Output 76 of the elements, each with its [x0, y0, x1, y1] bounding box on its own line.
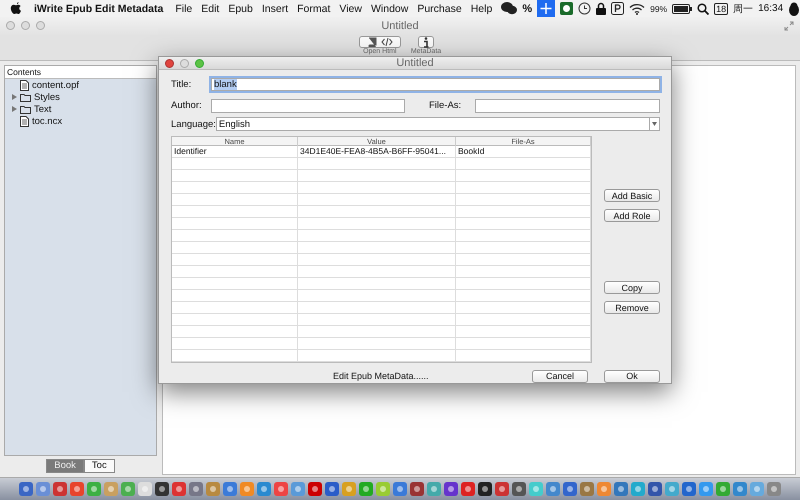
- search-icon[interactable]: [697, 2, 710, 14]
- app-icon[interactable]: [648, 482, 662, 496]
- document-icon: [20, 116, 29, 126]
- menu-item[interactable]: Edit: [201, 2, 220, 14]
- clock-icon[interactable]: [578, 2, 592, 15]
- app-icon[interactable]: [478, 482, 492, 496]
- app-icon[interactable]: [19, 482, 33, 496]
- author-field[interactable]: [211, 98, 405, 112]
- menu-item[interactable]: Epub: [228, 2, 253, 14]
- clock-time[interactable]: 16:34: [758, 3, 784, 14]
- folder-icon: [20, 104, 31, 114]
- table-cell: 34D1E40E-FEA8-4B5A-B6FF-95041...: [298, 146, 456, 157]
- info-icon: [422, 36, 429, 48]
- field-label: Title:: [171, 79, 192, 90]
- menu-item[interactable]: Window: [370, 2, 408, 14]
- field-label: Language:: [171, 118, 216, 130]
- app-icon[interactable]: [155, 482, 169, 496]
- weekday-text: 周一: [733, 2, 754, 16]
- table-cell: Identifier: [172, 146, 298, 157]
- close-button[interactable]: [165, 59, 174, 68]
- app-menu[interactable]: iWrite Epub Edit Metadata: [34, 2, 164, 14]
- menu-item[interactable]: File: [175, 2, 192, 14]
- field-label: File-As:: [429, 100, 462, 111]
- battery-percent: 99%: [650, 4, 668, 14]
- sidebar-tab[interactable]: Toc: [84, 459, 115, 473]
- tree-item[interactable]: toc.ncx: [32, 116, 62, 126]
- action-button[interactable]: Add Basic: [604, 189, 660, 202]
- folder-icon: [20, 92, 31, 102]
- language-dropdown[interactable]: English: [216, 117, 660, 131]
- percent-status[interactable]: %: [522, 2, 532, 14]
- app-icon[interactable]: [512, 482, 526, 496]
- app-icon[interactable]: [325, 482, 339, 496]
- wifi-icon[interactable]: [629, 2, 646, 14]
- action-button[interactable]: Add Role: [604, 209, 660, 222]
- app-icon[interactable]: [682, 482, 696, 496]
- fullscreen-icon[interactable]: [784, 21, 794, 31]
- table-cell: BookId: [456, 146, 591, 157]
- minimize-button[interactable]: [180, 59, 189, 68]
- action-button[interactable]: Copy: [604, 281, 660, 294]
- parking-icon[interactable]: [611, 2, 624, 15]
- tree-item[interactable]: Styles: [34, 92, 60, 102]
- action-button[interactable]: Remove: [604, 301, 660, 314]
- disclosure-triangle-icon[interactable]: [11, 94, 17, 100]
- open-html-button[interactable]: [358, 36, 401, 48]
- title-field[interactable]: blank: [211, 78, 660, 91]
- calendar-date[interactable]: 18: [714, 2, 728, 14]
- menu-item[interactable]: Insert: [262, 2, 288, 14]
- status-text: Edit Epub MetaData......: [333, 371, 429, 381]
- menu-item[interactable]: View: [339, 2, 362, 14]
- metadata-button[interactable]: [418, 36, 434, 48]
- menu-item[interactable]: Format: [297, 2, 330, 14]
- dialog-button[interactable]: Cancel: [532, 370, 588, 382]
- sidebar-tab[interactable]: Book: [46, 459, 84, 473]
- plus-icon[interactable]: [537, 0, 556, 17]
- app-icon[interactable]: [410, 482, 424, 496]
- window-title: Untitled: [381, 20, 419, 32]
- code-icon: [380, 37, 393, 47]
- app-icon[interactable]: [444, 482, 458, 496]
- chat-icon[interactable]: [501, 2, 518, 15]
- dialog-title: Untitled: [396, 57, 434, 69]
- caret-icon: [652, 122, 657, 126]
- tree-item[interactable]: Text: [34, 104, 52, 114]
- battery-icon[interactable]: [672, 4, 692, 14]
- dialog-button[interactable]: Ok: [604, 370, 660, 382]
- app-icon[interactable]: [563, 482, 577, 496]
- field-label: Author:: [171, 100, 203, 111]
- app-status-icon[interactable]: [560, 2, 574, 15]
- apple-logo-icon[interactable]: [10, 2, 22, 16]
- zoom-button[interactable]: [195, 59, 204, 68]
- document-icon: [20, 80, 29, 90]
- menu-item[interactable]: Help: [470, 2, 492, 14]
- lock-icon[interactable]: [596, 2, 606, 15]
- disclosure-triangle-icon[interactable]: [11, 106, 17, 112]
- file-as-field[interactable]: [475, 98, 660, 112]
- menu-item[interactable]: Purchase: [417, 2, 462, 14]
- tree-item[interactable]: content.opf: [32, 80, 80, 90]
